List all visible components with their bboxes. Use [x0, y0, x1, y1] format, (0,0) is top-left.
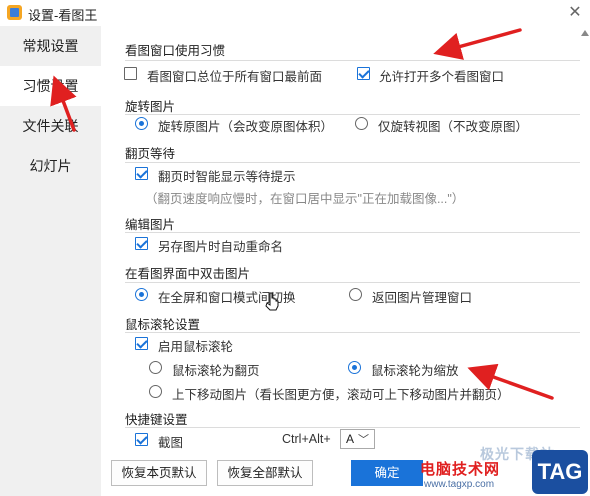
smart-wait-label[interactable]: 翻页时智能显示等待提示: [158, 166, 296, 185]
rotate-original-label[interactable]: 旋转原图片（会改变原图体积）: [158, 116, 333, 135]
close-icon[interactable]: ✕: [566, 4, 584, 22]
wheel-move-label[interactable]: 上下移动图片（看长图更方便，滚动可上下移动图片并翻页）: [172, 384, 510, 403]
watermark: 极光下载站 电脑技术网 www.tagxp.com TAG: [420, 446, 590, 496]
restore-all-defaults-button[interactable]: 恢复全部默认: [217, 460, 313, 486]
chevron-down-icon: ﹀: [358, 434, 369, 446]
section-title-hotkey: 快捷键设置: [125, 413, 188, 427]
section-title-edit: 编辑图片: [125, 218, 176, 232]
watermark-site-name: 电脑技术网: [420, 461, 501, 478]
watermark-url: www.tagxp.com: [424, 479, 495, 490]
back-to-manager-radio[interactable]: [349, 288, 362, 301]
section-title-double-click: 在看图界面中双击图片: [125, 267, 251, 281]
sidebar-item-slideshow[interactable]: 幻灯片: [0, 146, 101, 186]
back-to-manager-label[interactable]: 返回图片管理窗口: [372, 287, 472, 306]
toggle-fullscreen-label[interactable]: 在全屏和窗口模式间切换: [158, 287, 296, 306]
section-title-window-habit: 看图窗口使用习惯: [125, 44, 226, 58]
wheel-move-radio[interactable]: [149, 385, 162, 398]
enable-wheel-label[interactable]: 启用鼠标滚轮: [158, 336, 233, 355]
rotate-view-only-radio[interactable]: [355, 117, 368, 130]
title-bar: 设置-看图王 ✕: [0, 0, 590, 26]
app-logo-icon: [7, 5, 22, 20]
section-divider: [125, 282, 580, 283]
rotate-view-only-label[interactable]: 仅旋转视图（不改变原图）: [378, 116, 528, 135]
allow-multi-window-checkbox[interactable]: [357, 67, 370, 80]
watermark-tag-logo: TAG: [532, 450, 588, 494]
sidebar-item-file-association[interactable]: 文件关联: [0, 106, 101, 146]
restore-page-defaults-button[interactable]: 恢复本页默认: [111, 460, 207, 486]
hotkey-key-select[interactable]: A ﹀: [340, 429, 375, 449]
section-divider: [125, 60, 580, 61]
smart-wait-hint: （翻页速度响应慢时，在窗口居中显示"正在加载图像..."）: [145, 192, 465, 206]
scrollbar[interactable]: [580, 26, 590, 496]
wheel-zoom-label[interactable]: 鼠标滚轮为缩放: [371, 360, 459, 379]
enable-wheel-checkbox[interactable]: [135, 337, 148, 350]
smart-wait-checkbox[interactable]: [135, 167, 148, 180]
wheel-page-label[interactable]: 鼠标滚轮为翻页: [172, 360, 260, 379]
wheel-page-radio[interactable]: [149, 361, 162, 374]
sidebar-item-habits[interactable]: 习惯设置: [0, 66, 101, 106]
topmost-checkbox[interactable]: [124, 67, 137, 80]
screenshot-hotkey-checkbox[interactable]: [135, 433, 148, 446]
auto-rename-checkbox[interactable]: [135, 237, 148, 250]
screenshot-hotkey-label[interactable]: 截图: [158, 432, 183, 451]
topmost-label[interactable]: 看图窗口总位于所有窗口最前面: [147, 66, 322, 85]
section-divider: [125, 232, 580, 233]
section-divider: [125, 162, 580, 163]
ok-button[interactable]: 确定: [351, 460, 423, 486]
section-title-rotate: 旋转图片: [125, 100, 176, 114]
section-title-page-wait: 翻页等待: [125, 147, 176, 161]
window-title: 设置-看图王: [28, 8, 98, 23]
section-divider: [125, 332, 580, 333]
rotate-original-radio[interactable]: [135, 117, 148, 130]
allow-multi-window-label[interactable]: 允许打开多个看图窗口: [379, 66, 504, 85]
section-divider: [125, 114, 580, 115]
settings-content: 看图窗口使用习惯 看图窗口总位于所有窗口最前面 允许打开多个看图窗口 旋转图片 …: [101, 26, 590, 496]
hotkey-prefix: Ctrl+Alt+: [282, 432, 331, 446]
auto-rename-label[interactable]: 另存图片时自动重命名: [158, 236, 283, 255]
settings-sidebar: 常规设置 习惯设置 文件关联 幻灯片: [0, 26, 101, 496]
toggle-fullscreen-radio[interactable]: [135, 288, 148, 301]
hotkey-key-value: A: [346, 432, 355, 446]
section-title-wheel: 鼠标滚轮设置: [125, 318, 201, 332]
section-divider: [125, 427, 580, 428]
sidebar-item-general[interactable]: 常规设置: [0, 26, 101, 66]
wheel-zoom-radio[interactable]: [348, 361, 361, 374]
